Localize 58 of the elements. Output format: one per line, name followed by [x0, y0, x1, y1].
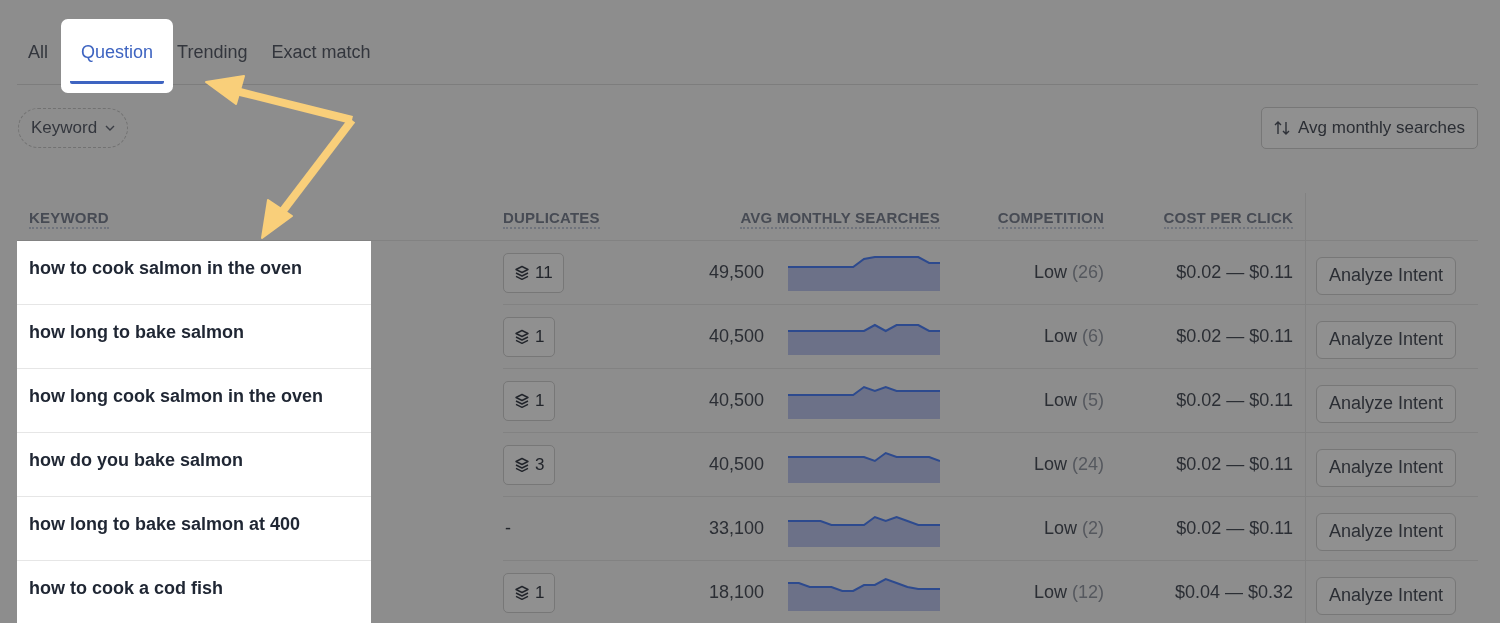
layers-icon: [514, 392, 530, 409]
cost-per-click: $0.02 — $0.11: [1176, 518, 1293, 539]
search-volume: 40,500: [708, 326, 764, 347]
keyword-text: how long to bake salmon: [29, 322, 244, 343]
duplicates-badge[interactable]: 11: [503, 252, 564, 293]
chevron-down-icon: [105, 125, 116, 131]
duplicates-badge[interactable]: 3: [503, 444, 556, 485]
column-header[interactable]: DUPLICATES: [503, 208, 600, 229]
analyze-intent-button[interactable]: Analyze Intent: [1316, 320, 1457, 359]
competition-index: (5): [1082, 390, 1104, 411]
analyze-intent-button[interactable]: Analyze Intent: [1316, 384, 1457, 423]
cost-per-click: $0.02 — $0.11: [1176, 454, 1293, 475]
competition-index: (24): [1072, 454, 1104, 475]
competition-level: Low: [1043, 326, 1077, 347]
competition-level: Low: [1043, 390, 1077, 411]
competition-level: Low: [1043, 518, 1077, 539]
competition-level: Low: [1033, 582, 1067, 603]
competition-index: (2): [1082, 518, 1104, 539]
sort-button[interactable]: Avg monthly searches: [1261, 107, 1478, 149]
column-header[interactable]: COST PER CLICK: [1163, 208, 1293, 229]
sort-arrows-icon: [1274, 120, 1291, 136]
analyze-intent-button[interactable]: Analyze Intent: [1316, 576, 1457, 615]
analyze-intent-button[interactable]: Analyze Intent: [1316, 448, 1457, 487]
keyword-text: how to cook a cod fish: [29, 578, 223, 599]
competition-index: (26): [1072, 262, 1104, 283]
column-header[interactable]: KEYWORD: [29, 208, 109, 229]
tab[interactable]: All: [17, 28, 59, 84]
search-volume: 49,500: [708, 262, 764, 283]
layers-icon: [514, 456, 530, 473]
search-volume: 40,500: [708, 454, 764, 475]
duplicates-badge[interactable]: 1: [503, 380, 556, 421]
analyze-intent-button[interactable]: Analyze Intent: [1316, 256, 1457, 295]
column-header[interactable]: AVG MONTHLY SEARCHES: [740, 208, 940, 229]
search-volume: 40,500: [708, 390, 764, 411]
column-header[interactable]: COMPETITION: [997, 208, 1104, 229]
keyword-text: how long to bake salmon at 400: [29, 514, 301, 535]
duplicates-badge[interactable]: 1: [503, 316, 556, 357]
duplicates-badge[interactable]: 1: [503, 572, 556, 613]
competition-index: (6): [1082, 326, 1104, 347]
keyword-text: how do you bake salmon: [29, 450, 244, 471]
cost-per-click: $0.04 — $0.32: [1174, 582, 1293, 603]
competition-index: (12): [1072, 582, 1104, 603]
tab[interactable]: Exact match: [260, 28, 382, 84]
cost-per-click: $0.02 — $0.11: [1176, 326, 1293, 347]
analyze-intent-button[interactable]: Analyze Intent: [1316, 512, 1457, 551]
keyword-text: how long cook salmon in the oven: [29, 386, 324, 407]
tab[interactable]: Trending: [166, 28, 259, 84]
cost-per-click: $0.02 — $0.11: [1176, 262, 1293, 283]
layers-icon: [514, 264, 530, 281]
empty-value: -: [504, 518, 511, 539]
cost-per-click: $0.02 — $0.11: [1176, 390, 1293, 411]
search-volume: 33,100: [708, 518, 764, 539]
competition-level: Low: [1033, 454, 1067, 475]
search-volume: 18,100: [708, 582, 764, 603]
competition-level: Low: [1033, 262, 1067, 283]
layers-icon: [514, 584, 530, 601]
keyword-text: how to cook salmon in the oven: [29, 258, 303, 279]
layers-icon: [514, 328, 530, 345]
